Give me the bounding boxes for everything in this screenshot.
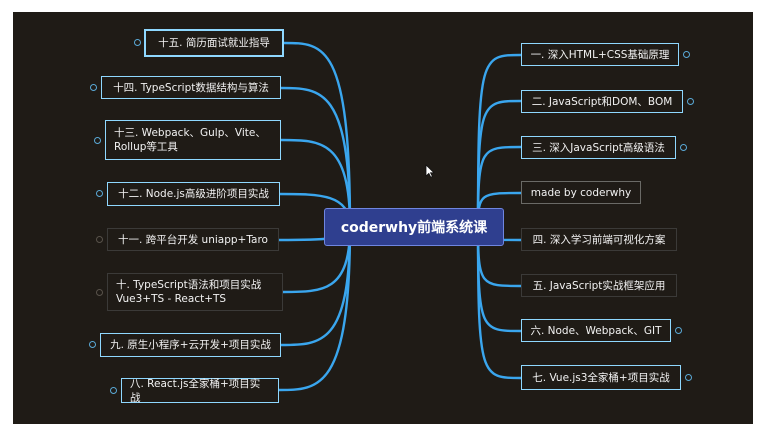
mouse-cursor-icon xyxy=(425,164,435,178)
collapse-knob-left-6[interactable] xyxy=(89,341,96,348)
node-frameworks[interactable]: 五. JavaScript实战框架应用 xyxy=(521,274,677,297)
collapse-knob-right-7[interactable] xyxy=(685,374,692,381)
collapse-knob-left-7[interactable] xyxy=(110,387,117,394)
node-visualization[interactable]: 四. 深入学习前端可视化方案 xyxy=(521,228,677,251)
collapse-knob-left-5[interactable] xyxy=(96,289,103,296)
link-right-0 xyxy=(476,53,523,229)
node-javascript-advanced[interactable]: 三. 深入JavaScript高级语法 xyxy=(521,136,676,159)
node-cross-platform[interactable]: 十一. 跨平台开发 uniapp+Taro xyxy=(107,228,279,251)
node-javascript-dom-bom[interactable]: 二. JavaScript和DOM、BOM xyxy=(521,90,683,113)
collapse-knob-right-6[interactable] xyxy=(675,327,682,334)
collapse-knob-left-2[interactable] xyxy=(94,137,101,144)
collapse-knob-left-1[interactable] xyxy=(90,84,97,91)
node-build-tools[interactable]: 十三. Webpack、Gulp、Vite、 Rollup等工具 xyxy=(105,120,281,160)
mindmap-canvas: coderwhy前端系统课 一. 深入HTML+CSS基础原理 二. JavaS… xyxy=(13,12,753,424)
node-made-by[interactable]: made by coderwhy xyxy=(521,181,641,204)
node-ts-algorithms[interactable]: 十四. TypeScript数据结构与算法 xyxy=(101,76,281,99)
node-html-css[interactable]: 一. 深入HTML+CSS基础原理 xyxy=(521,43,679,66)
node-node-webpack-git[interactable]: 六. Node、Webpack、GIT xyxy=(521,319,671,342)
node-react[interactable]: 八. React.js全家桶+项目实战 xyxy=(121,378,279,404)
link-left-0 xyxy=(282,41,352,229)
collapse-knob-left-4[interactable] xyxy=(96,236,103,243)
node-miniprogram[interactable]: 九. 原生小程序+云开发+项目实战 xyxy=(100,333,281,357)
link-left-7 xyxy=(277,225,352,392)
collapse-knob-left-3[interactable] xyxy=(96,190,103,197)
collapse-knob-right-0[interactable] xyxy=(683,51,690,58)
center-node[interactable]: coderwhy前端系统课 xyxy=(324,208,504,246)
collapse-knob-right-2[interactable] xyxy=(680,144,687,151)
node-resume-interview[interactable]: 十五. 简历面试就业指导 xyxy=(144,29,284,57)
node-vue3[interactable]: 七. Vue.js3全家桶+项目实战 xyxy=(521,365,681,390)
link-right-7 xyxy=(476,225,523,380)
collapse-knob-right-1[interactable] xyxy=(687,98,694,105)
link-left-1 xyxy=(279,86,352,229)
collapse-knob-left-0[interactable] xyxy=(134,39,141,46)
node-nodejs-advanced[interactable]: 十二. Node.js高级进阶项目实战 xyxy=(107,182,280,206)
node-ts-projects[interactable]: 十. TypeScript语法和项目实战 Vue3+TS - React+TS xyxy=(107,273,283,311)
